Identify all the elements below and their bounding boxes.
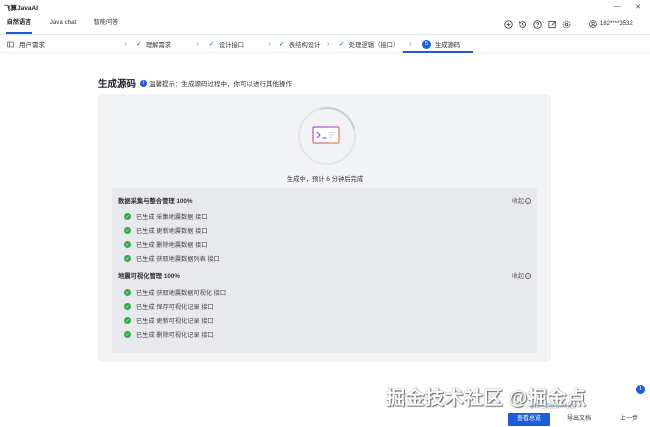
step-understand[interactable]: ✓ 理解需求 (136, 35, 171, 53)
list-item: ✓ 已生成 删除可视化记录 接口 (124, 331, 214, 339)
collapse-button[interactable]: 收起 ^ (512, 271, 531, 280)
tip-text: 温馨提示：生成源码过程中，你可以进行其他操作 (149, 81, 293, 88)
tab-java-chat[interactable]: Java chat (46, 13, 80, 35)
footer-bar: 查看总览 导出文档 上一步 (0, 410, 650, 427)
chevron-up-icon: ^ (525, 272, 531, 279)
list-item: ✓ 已生成 更新可视化记录 接口 (124, 317, 214, 325)
panel-icon (7, 41, 14, 47)
step-logic[interactable]: ✓ 处理逻辑（接口） (339, 35, 399, 53)
watermark-faint: @稀土掘金技术社区 (530, 404, 576, 410)
chevron-right-icon: › (327, 39, 330, 48)
minimize-button[interactable]: — (608, 0, 626, 13)
check-circle-icon: ✓ (124, 255, 131, 262)
title-bar: 飞算JavaAI (0, 0, 650, 13)
avatar-icon (589, 20, 597, 28)
check-circle-icon: ✓ (124, 241, 131, 248)
check-icon: ✓ (279, 41, 285, 48)
requirement-toggle[interactable]: 用户需求 (7, 35, 45, 53)
step-design-api[interactable]: ✓ 设计接口 (209, 35, 244, 53)
history-icon[interactable] (517, 19, 527, 29)
check-circle-icon: ✓ (124, 331, 131, 338)
chevron-right-icon: › (196, 39, 199, 48)
check-circle-icon: ✓ (124, 213, 131, 220)
list-item: ✓ 已生成 采集地震数据 接口 (124, 213, 208, 221)
user-phone: 182****3532 (600, 21, 633, 27)
list-item: ✓ 已生成 更新地震数据 接口 (124, 227, 208, 235)
tab-natural-language[interactable]: 自然语言 (4, 13, 34, 35)
top-nav: 自然语言 Java chat 智能问答 182****3532 (0, 13, 650, 35)
info-icon: i (140, 79, 148, 87)
help-icon[interactable] (532, 19, 542, 29)
list-item: ✓ 已生成 删除地震数据 接口 (124, 241, 208, 249)
group-title: 数据采集与整合管理 100% (118, 198, 193, 205)
app-title: 飞算JavaAI (4, 4, 38, 12)
check-icon: ✓ (209, 41, 215, 48)
export-doc-button[interactable]: 导出文档 (567, 413, 591, 426)
check-circle-icon: ✓ (124, 303, 131, 310)
code-generate-icon (312, 126, 340, 144)
user-account[interactable]: 182****3532 (589, 18, 633, 30)
step-bar: 用户需求 › ✓ 理解需求 › ✓ 设计接口 › ✓ 表结构设计 › ✓ 处理逻辑（接口… (0, 35, 650, 53)
chevron-right-icon: › (409, 39, 412, 48)
group-data-collection: 数据采集与整合管理 100% 收起 ^ ✓ 已生成 采集地震数据 接口 ✓ 已生成 更… (112, 188, 537, 263)
step-table-design[interactable]: ✓ 表结构设计 (279, 35, 320, 53)
check-circle-icon: ✓ (124, 289, 131, 296)
settings-icon[interactable] (561, 19, 571, 29)
chevron-right-icon: › (268, 39, 271, 48)
edit-icon[interactable] (547, 19, 557, 29)
chevron-right-icon: › (124, 39, 127, 48)
tab-smart-qa[interactable]: 智能问答 (91, 13, 121, 35)
group-visualization: 地震可视化管理 100% 收起 ^ ✓ 已生成 获取地震数据可视化 接口 ✓ 已生成 … (112, 263, 537, 353)
view-summary-button[interactable]: 查看总览 (508, 413, 550, 426)
list-item: ✓ 已生成 获取地震数据列表 接口 (124, 255, 220, 263)
list-item: ✓ 已生成 保存可视化记录 接口 (124, 303, 214, 311)
check-icon: ✓ (339, 41, 345, 48)
chevron-up-icon: ^ (525, 197, 531, 204)
section-heading: 生成源码 i 温馨提示：生成源码过程中，你可以进行其他操作 (98, 76, 292, 90)
add-circle-icon[interactable] (503, 19, 513, 29)
group-title: 地震可视化管理 100% (118, 273, 180, 280)
close-button[interactable]: ✕ (629, 0, 647, 13)
list-item: ✓ 已生成 获取地震数据可视化 接口 (124, 289, 227, 297)
page-title: 生成源码 (98, 79, 137, 90)
collapse-button[interactable]: 收起 ^ (512, 196, 531, 205)
check-icon: ✓ (136, 41, 142, 48)
check-circle-icon: ✓ (124, 227, 131, 234)
generation-status: 生成中，预计 6 分钟后完成 (286, 176, 364, 183)
check-circle-icon: ✓ (124, 317, 131, 324)
watermark-badge: 1 (636, 385, 645, 394)
active-step-indicator (403, 51, 473, 53)
prev-step-button[interactable]: 上一步 (620, 413, 638, 426)
